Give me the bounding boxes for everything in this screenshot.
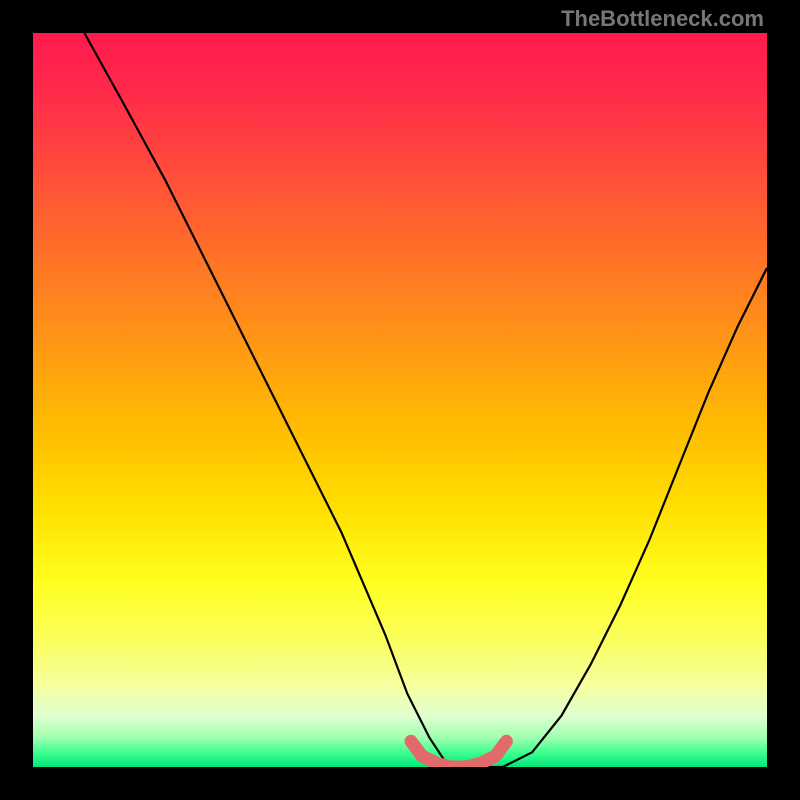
watermark-text: TheBottleneck.com	[561, 6, 764, 32]
highlight-band	[411, 741, 506, 767]
plot-area	[33, 33, 767, 767]
chart-frame: TheBottleneck.com	[0, 0, 800, 800]
bottleneck-curve	[84, 33, 767, 767]
curve-layer	[33, 33, 767, 767]
